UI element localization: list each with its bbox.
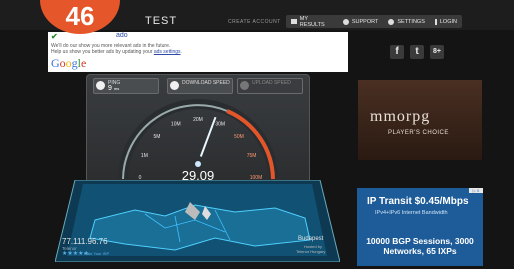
google-letter: G: [51, 56, 60, 70]
ping-icon: [96, 81, 105, 90]
speed-gauge: 01M5M10M20M30M50M75M100M 29.09 Mbps: [118, 99, 278, 189]
check-icon: ✔: [51, 32, 58, 41]
login-label: LOGIN: [439, 18, 457, 25]
gear-icon: [388, 18, 395, 25]
twitter-button[interactable]: t: [410, 45, 424, 59]
speedtest-panel: PING 9 ms DOWNLOAD SPEED UPLOAD SPEED 01…: [86, 74, 310, 192]
gauge-hub: [195, 161, 201, 167]
create-account-link[interactable]: CREATE ACCOUNT: [228, 19, 281, 25]
ip-transit-sessions: 10000 BGP Sessions, 3000 Networks, 65 IX…: [366, 236, 474, 256]
ip-transit-ad-top: IP Transit $0.45/Mbps IPv4+IPv6 Internet…: [357, 188, 483, 222]
ad-notice-line2-prefix: Help us show you better ads by updating …: [51, 49, 154, 55]
googleplus-button[interactable]: 8+: [430, 45, 444, 59]
rate-isp-link[interactable]: Rate Your ISP: [84, 251, 109, 256]
gauge-tick-label: 1M: [141, 153, 148, 159]
ad-choice-icon[interactable]: ▷ X: [469, 188, 483, 193]
gauge-needle: [199, 116, 217, 157]
server-city: Budapest: [298, 236, 324, 242]
download-label: DOWNLOAD SPEED: [182, 80, 230, 86]
gauge-tick-label: 30M: [215, 121, 225, 127]
google-logo: Google: [51, 56, 86, 71]
ad-notice-line2-suffix: .: [180, 49, 182, 55]
folder-icon: [291, 19, 297, 24]
support-button[interactable]: SUPPORT: [338, 15, 384, 28]
google-letter: e: [81, 56, 87, 70]
result-tabs: PING 9 ms DOWNLOAD SPEED UPLOAD SPEED: [93, 78, 303, 94]
ip-transit-title: IP Transit $0.45/Mbps: [367, 196, 469, 207]
facebook-button[interactable]: f: [390, 45, 404, 59]
download-arrow-icon: [170, 81, 179, 90]
ad-notice: ✔ ado We'll do our show you more relevan…: [48, 32, 348, 72]
upload-label: UPLOAD SPEED: [252, 80, 291, 86]
gauge-tick-label: 75M: [247, 153, 257, 159]
ip-address: 77.111.96.76: [62, 237, 108, 246]
mmorpg-logo: mmorpg: [370, 108, 431, 125]
mmorpg-tagline: PLAYER'S CHOICE: [388, 130, 449, 136]
gauge-tick-label: 5M: [154, 134, 161, 140]
login-icon: [434, 18, 437, 25]
gauge-tick-label: 20M: [193, 117, 203, 123]
speedtest-brand[interactable]: TEST: [145, 15, 177, 27]
account-nav: MY RESULTS SUPPORT SETTINGS LOGIN: [286, 15, 462, 28]
ip-transit-ad[interactable]: IP Transit $0.45/Mbps IPv4+IPv6 Internet…: [357, 188, 483, 266]
ad-notice-line2: Help us show you better ads by updating …: [51, 49, 182, 55]
ip-transit-subtitle: IPv4+IPv6 Internet Bandwidth: [375, 210, 448, 216]
gauge-tick-label: 50M: [234, 134, 244, 140]
help-icon: [342, 18, 349, 25]
my-results-label: MY RESULTS: [299, 15, 325, 28]
mmorpg-ad[interactable]: mmorpg PLAYER'S CHOICE: [358, 80, 482, 160]
my-results-button[interactable]: MY RESULTS: [286, 15, 338, 28]
login-button[interactable]: LOGIN: [430, 15, 462, 28]
ad-notice-title: ado: [116, 32, 128, 39]
ip-transit-ad-bottom: 10000 BGP Sessions, 3000 Networks, 65 IX…: [357, 222, 483, 266]
upload-arrow-icon: [240, 81, 249, 90]
settings-button[interactable]: SETTINGS: [383, 15, 430, 28]
settings-label: SETTINGS: [397, 18, 425, 25]
support-label: SUPPORT: [351, 18, 379, 25]
ads-settings-link[interactable]: ads settings: [154, 49, 181, 55]
gauge-tick-label: 10M: [171, 121, 181, 127]
server-host: Telenor Hungary: [296, 249, 326, 254]
